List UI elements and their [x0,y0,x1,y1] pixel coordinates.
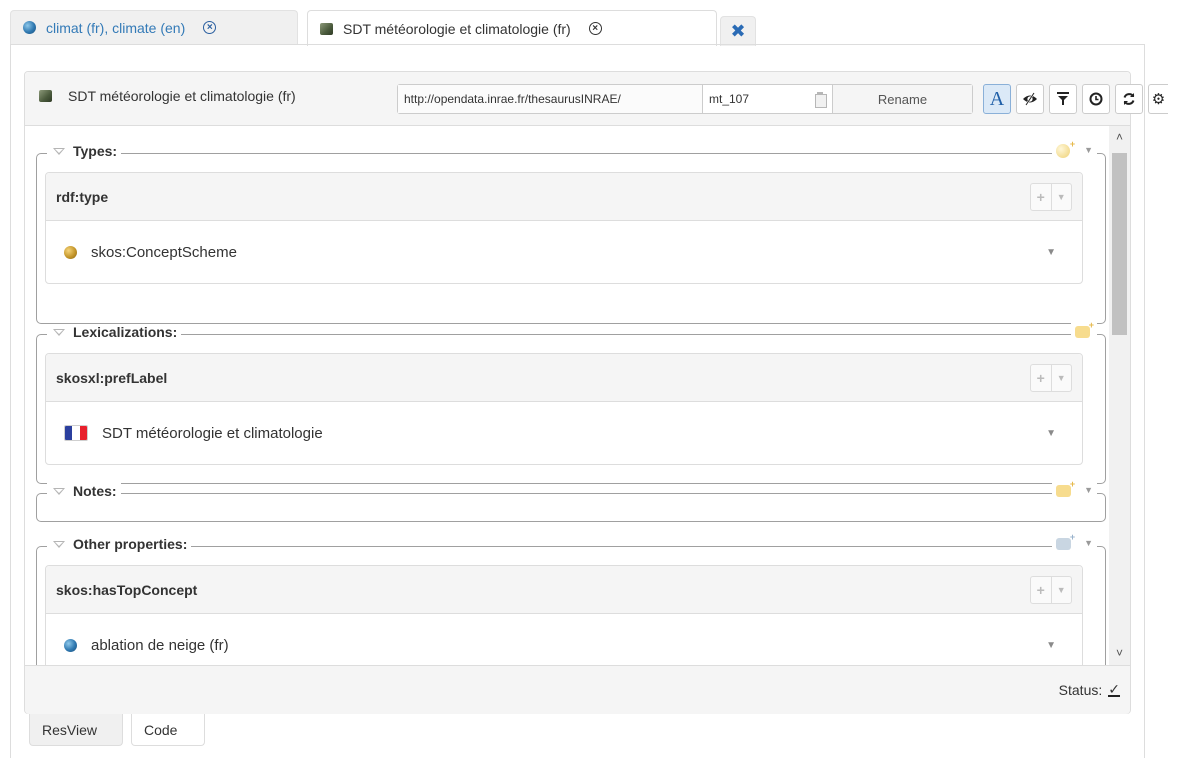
vertical-scrollbar[interactable]: ˄ ˅ [1109,126,1130,665]
panel-header: SDT météorologie et climatologie (fr) ht… [25,72,1168,126]
history-button[interactable] [1082,84,1110,114]
close-tab-icon[interactable]: × [588,22,602,35]
french-flag-icon [64,425,88,441]
eye-slash-icon [1023,92,1037,106]
add-type-icon[interactable]: + [1056,139,1075,158]
uri-localname-field[interactable]: mt_107 [703,85,833,113]
tab-resview[interactable]: ResView [29,714,123,746]
resource-title: SDT météorologie et climatologie (fr) [68,88,296,104]
uri-namespace-field[interactable]: http://opendata.inrae.fr/thesaurusINRAE/ [398,85,703,113]
section-title: Types: [73,143,118,159]
property-name: skos:hasTopConcept [56,581,198,598]
status-label: Status: [1058,682,1103,698]
collapse-triangle-icon[interactable] [53,328,65,336]
chevron-down-icon[interactable]: ▼ [1084,538,1093,548]
gear-icon: ⚙ [1151,91,1166,108]
rendering-toggle-button[interactable]: A [983,84,1011,114]
close-tab-icon[interactable]: × [203,21,217,34]
copy-clipboard-icon[interactable] [814,92,827,108]
resource-view-panel: SDT météorologie et climatologie (fr) ht… [24,71,1168,714]
close-all-tabs-button[interactable]: ✖ [720,16,756,46]
concept-scheme-icon [39,90,52,102]
section-title: Notes: [73,483,117,499]
property-value-row[interactable]: SDT météorologie et climatologie ▼ [46,402,1082,464]
concept-scheme-icon [320,22,333,35]
settings-button[interactable]: ⚙ [1148,84,1168,114]
rename-button[interactable]: Rename [833,85,972,113]
scroll-up-icon[interactable]: ˄ [1109,128,1130,145]
property-value[interactable]: SDT météorologie et climatologie [102,425,323,442]
property-value[interactable]: ablation de neige (fr) [91,637,229,654]
property-value-row[interactable]: skos:ConceptScheme ▼ [46,221,1082,283]
scroll-thumb[interactable] [1112,153,1127,335]
filter-button[interactable] [1049,84,1077,114]
collapse-triangle-icon[interactable] [53,487,65,495]
chevron-down-icon[interactable]: ▼ [1084,485,1093,495]
add-value-icon[interactable]: + [1031,365,1051,391]
filter-icon [1057,92,1069,105]
chevron-down-icon[interactable]: ▼ [1046,247,1056,258]
collapse-triangle-icon[interactable] [53,540,65,548]
add-note-icon[interactable]: + [1056,479,1075,498]
tab-sdt-meteorologie[interactable]: SDT météorologie et climatologie (fr) × [307,10,717,46]
chevron-down-icon[interactable]: ▼ [1050,184,1072,210]
tab-climat[interactable]: climat (fr), climate (en) × [10,10,298,44]
scroll-down-icon[interactable]: ˅ [1109,644,1130,661]
refresh-icon [1123,93,1135,105]
chevron-down-icon[interactable]: ▼ [1050,365,1072,391]
tab-code[interactable]: Code [131,714,205,746]
section-title: Other properties: [73,536,188,552]
add-value-icon[interactable]: + [1031,577,1051,603]
section-lexicalizations: Lexicalizations: + skosxl:prefLabel + ▼ [36,320,1106,484]
section-other-properties: Other properties: + ▼ skos:hasTopConcept… [36,532,1106,665]
property-value-row[interactable]: ablation de neige (fr) ▼ [46,614,1082,665]
show-inferred-button[interactable] [1016,84,1044,114]
uri-editor: http://opendata.inrae.fr/thesaurusINRAE/… [397,84,973,114]
resource-view-content: Types: + ▼ rdf:type + ▼ skos:ConceptSche… [25,126,1109,665]
tab-label: SDT météorologie et climatologie (fr) [343,20,571,37]
clock-icon [1089,92,1103,106]
chevron-down-icon[interactable]: ▼ [1050,577,1072,603]
add-value-icon[interactable]: + [1031,184,1051,210]
status-bar: Status: ✓ [25,665,1130,714]
letter-a-icon: A [989,87,1005,110]
property-box-preflabel: skosxl:prefLabel + ▼ SDT météorologie et… [45,353,1083,465]
property-value[interactable]: skos:ConceptScheme [91,244,237,261]
class-ball-icon [64,245,77,259]
property-name: skosxl:prefLabel [56,369,168,386]
property-name: rdf:type [56,188,109,205]
check-icon: ✓ [1108,680,1120,697]
section-types: Types: + ▼ rdf:type + ▼ skos:ConceptSche… [36,139,1106,324]
section-notes: Notes: + ▼ [36,479,1106,522]
add-lexicalization-icon[interactable]: + [1075,320,1094,339]
property-box-rdf-type: rdf:type + ▼ skos:ConceptScheme ▼ [45,172,1083,284]
chevron-down-icon[interactable]: ▼ [1084,145,1093,155]
refresh-button[interactable] [1115,84,1143,114]
collapse-triangle-icon[interactable] [53,147,65,155]
chevron-down-icon[interactable]: ▼ [1046,640,1056,651]
chevron-down-icon[interactable]: ▼ [1046,428,1056,439]
section-title: Lexicalizations: [73,324,178,340]
add-property-icon[interactable]: + [1056,532,1075,551]
concept-ball-icon [64,638,77,652]
concept-ball-icon [23,21,36,34]
property-box-hastopconcept: skos:hasTopConcept + ▼ ablation de neige… [45,565,1083,665]
tab-label: climat (fr), climate (en) [46,19,186,36]
uri-localname-text: mt_107 [709,92,750,106]
close-icon: ✖ [730,21,746,41]
